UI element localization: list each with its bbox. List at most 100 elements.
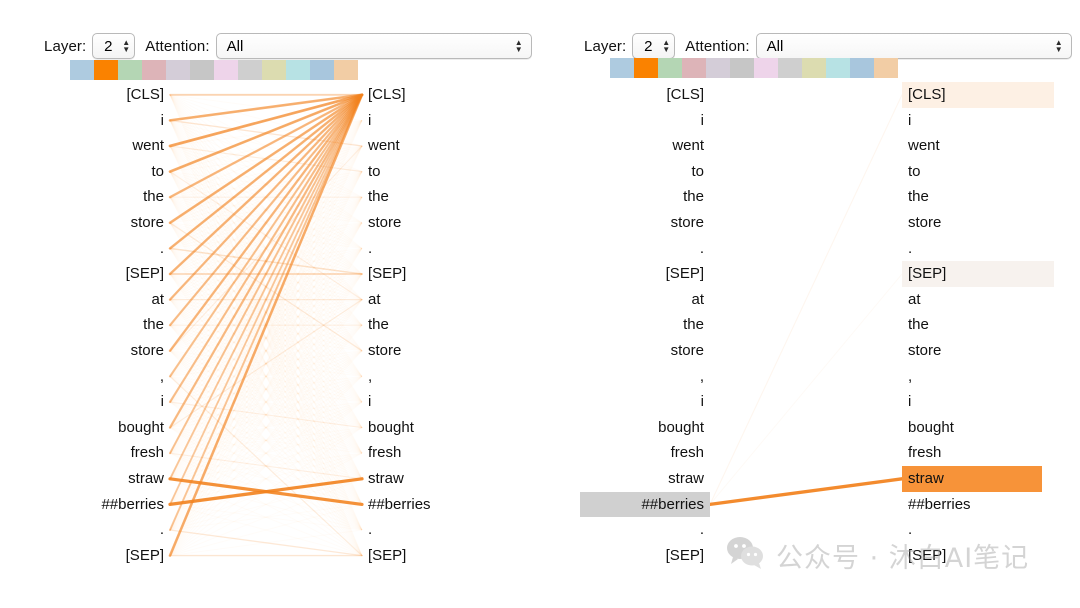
token-source-1[interactable]: i xyxy=(40,108,170,134)
head-swatch-9[interactable] xyxy=(826,58,850,78)
token-source-8[interactable]: at xyxy=(40,287,170,313)
token-target-8[interactable]: at xyxy=(902,287,1054,313)
head-swatch-10[interactable] xyxy=(310,60,334,80)
token-source-9[interactable]: the xyxy=(580,312,710,338)
token-source-13[interactable]: bought xyxy=(580,415,710,441)
token-target-3[interactable]: to xyxy=(362,159,502,185)
token-source-8[interactable]: at xyxy=(580,287,710,313)
stepper-down-icon[interactable]: ▼ xyxy=(662,46,670,54)
token-column-left-target[interactable]: [CLS] i went to the store. [SEP] at the store, i bo… xyxy=(362,82,502,568)
token-source-2[interactable]: went xyxy=(40,133,170,159)
token-source-4[interactable]: the xyxy=(580,184,710,210)
token-target-0[interactable]: [CLS] xyxy=(362,82,502,108)
token-source-1[interactable]: i xyxy=(580,108,710,134)
token-target-16[interactable]: ##berries xyxy=(902,492,1054,518)
token-target-6[interactable]: . xyxy=(902,236,1054,262)
token-source-15[interactable]: straw xyxy=(580,466,710,492)
head-swatch-11[interactable] xyxy=(334,60,358,80)
token-target-13[interactable]: bought xyxy=(362,415,502,441)
token-target-4[interactable]: the xyxy=(362,184,502,210)
token-source-12[interactable]: i xyxy=(580,389,710,415)
chevron-updown-icon[interactable]: ▲ ▼ xyxy=(1055,39,1063,54)
head-swatch-0[interactable] xyxy=(70,60,94,80)
token-source-14[interactable]: fresh xyxy=(40,440,170,466)
token-target-11[interactable]: , xyxy=(362,364,502,390)
token-target-12[interactable]: i xyxy=(902,389,1054,415)
token-target-2[interactable]: went xyxy=(902,133,1054,159)
token-source-0[interactable]: [CLS] xyxy=(40,82,170,108)
token-source-16[interactable]: ##berries xyxy=(580,491,710,518)
token-source-7[interactable]: [SEP] xyxy=(40,261,170,287)
token-target-5[interactable]: store xyxy=(362,210,502,236)
token-target-14[interactable]: fresh xyxy=(902,440,1054,466)
token-column-left-source[interactable]: [CLS] i went to the store. [SEP] at the store, i bo… xyxy=(40,82,170,568)
head-swatch-10[interactable] xyxy=(850,58,874,78)
token-source-7[interactable]: [SEP] xyxy=(580,261,710,287)
token-target-4[interactable]: the xyxy=(902,184,1054,210)
head-swatch-1[interactable] xyxy=(94,60,118,80)
token-source-2[interactable]: went xyxy=(580,133,710,159)
token-source-13[interactable]: bought xyxy=(40,415,170,441)
head-swatch-1[interactable] xyxy=(634,58,658,78)
select-down-icon[interactable]: ▼ xyxy=(515,46,523,54)
layer-stepper[interactable]: 2 ▲ ▼ xyxy=(632,33,676,59)
head-swatch-6[interactable] xyxy=(214,60,238,80)
token-target-8[interactable]: at xyxy=(362,287,502,313)
head-swatch-4[interactable] xyxy=(706,58,730,78)
token-target-12[interactable]: i xyxy=(362,389,502,415)
head-swatch-9[interactable] xyxy=(286,60,310,80)
stepper-down-icon[interactable]: ▼ xyxy=(122,46,130,54)
token-column-right-source[interactable]: [CLS] i went to the store. [SEP] at the store, i bo… xyxy=(580,82,710,568)
token-target-17[interactable]: . xyxy=(902,517,1054,543)
token-source-18[interactable]: [SEP] xyxy=(40,543,170,569)
head-swatch-8[interactable] xyxy=(262,60,286,80)
token-source-5[interactable]: store xyxy=(580,210,710,236)
layer-stepper[interactable]: 2 ▲ ▼ xyxy=(92,33,136,59)
token-source-18[interactable]: [SEP] xyxy=(580,543,710,569)
head-color-swatches-left[interactable] xyxy=(70,60,358,80)
token-target-7[interactable]: [SEP] xyxy=(362,261,502,287)
head-swatch-5[interactable] xyxy=(730,58,754,78)
token-target-1[interactable]: i xyxy=(902,108,1054,134)
token-target-7[interactable]: [SEP] xyxy=(902,261,1054,287)
token-target-10[interactable]: store xyxy=(902,338,1054,364)
token-source-0[interactable]: [CLS] xyxy=(580,82,710,108)
token-target-0[interactable]: [CLS] xyxy=(902,82,1054,108)
head-swatch-7[interactable] xyxy=(238,60,262,80)
token-source-14[interactable]: fresh xyxy=(580,440,710,466)
head-swatch-2[interactable] xyxy=(658,58,682,78)
head-swatch-2[interactable] xyxy=(118,60,142,80)
token-target-1[interactable]: i xyxy=(362,108,502,134)
token-source-9[interactable]: the xyxy=(40,312,170,338)
head-swatch-8[interactable] xyxy=(802,58,826,78)
token-source-6[interactable]: . xyxy=(580,236,710,262)
token-source-12[interactable]: i xyxy=(40,389,170,415)
token-source-3[interactable]: to xyxy=(580,159,710,185)
token-source-6[interactable]: . xyxy=(40,236,170,262)
head-swatch-11[interactable] xyxy=(874,58,898,78)
token-target-5[interactable]: store xyxy=(902,210,1054,236)
head-swatch-3[interactable] xyxy=(682,58,706,78)
token-source-10[interactable]: store xyxy=(580,338,710,364)
head-swatch-3[interactable] xyxy=(142,60,166,80)
token-target-13[interactable]: bought xyxy=(902,415,1054,441)
token-source-10[interactable]: store xyxy=(40,338,170,364)
token-target-6[interactable]: . xyxy=(362,236,502,262)
token-target-11[interactable]: , xyxy=(902,364,1054,390)
token-target-3[interactable]: to xyxy=(902,159,1054,185)
token-target-15[interactable]: straw xyxy=(902,465,1042,492)
token-source-5[interactable]: store xyxy=(40,210,170,236)
head-swatch-7[interactable] xyxy=(778,58,802,78)
attention-select[interactable]: All ▲ ▼ xyxy=(215,33,532,59)
token-source-4[interactable]: the xyxy=(40,184,170,210)
token-target-10[interactable]: store xyxy=(362,338,502,364)
token-column-right-target[interactable]: [CLS] i went to the store. [SEP] at the store, i bo… xyxy=(902,82,1054,568)
stepper-arrows-icon[interactable]: ▲ ▼ xyxy=(662,39,670,54)
token-target-18[interactable]: [SEP] xyxy=(902,543,1054,569)
token-source-16[interactable]: ##berries xyxy=(40,492,170,518)
chevron-updown-icon[interactable]: ▲ ▼ xyxy=(515,39,523,54)
token-target-2[interactable]: went xyxy=(362,133,502,159)
token-target-15[interactable]: straw xyxy=(362,466,502,492)
token-source-11[interactable]: , xyxy=(40,364,170,390)
token-source-15[interactable]: straw xyxy=(40,466,170,492)
